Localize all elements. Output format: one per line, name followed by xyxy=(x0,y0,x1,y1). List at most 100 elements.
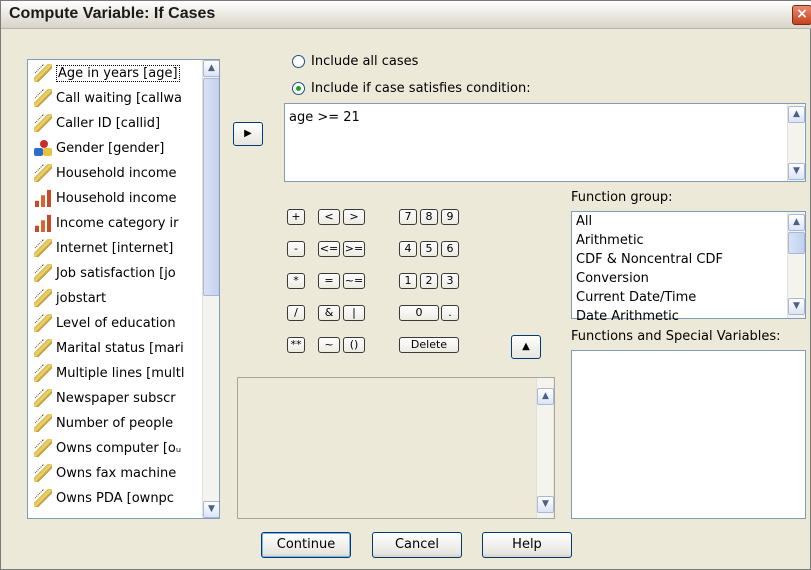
variable-list-item[interactable]: Caller ID [callid] xyxy=(34,112,200,134)
include-if-condition-radio[interactable]: Include if case satisfies condition: xyxy=(292,78,531,98)
scale-ruler-icon xyxy=(34,89,52,107)
function-group-item[interactable]: Arithmetic xyxy=(576,231,644,250)
scroll-up-icon[interactable]: ▲ xyxy=(203,60,219,77)
key-plus[interactable]: + xyxy=(287,209,305,225)
include-all-cases-radio[interactable]: Include all cases xyxy=(292,51,418,71)
function-description-box: ▲ ▼ xyxy=(237,377,555,519)
ordinal-bars-icon xyxy=(34,189,52,207)
help-button[interactable]: Help xyxy=(482,532,572,558)
condition-expression-text[interactable]: age >= 21 xyxy=(289,110,360,125)
function-group-item[interactable]: All xyxy=(576,212,592,231)
condition-box-scrollbar[interactable]: ▲ ▼ xyxy=(787,104,805,181)
scroll-down-icon[interactable]: ▼ xyxy=(788,163,805,180)
variable-list-item[interactable]: Gender [gender] xyxy=(34,137,200,159)
function-group-scrollbar[interactable]: ▲ ▼ xyxy=(787,212,805,318)
scrollbar-thumb[interactable] xyxy=(203,78,219,296)
variable-list-item[interactable]: Number of people xyxy=(34,412,200,434)
variable-label: Owns fax machine xyxy=(56,465,177,481)
variable-list-item[interactable]: Internet [internet] xyxy=(34,237,200,259)
scale-ruler-icon xyxy=(34,114,52,132)
key-less-equal[interactable]: <= xyxy=(318,241,340,257)
key-0[interactable]: 0 xyxy=(399,305,439,321)
key-minus[interactable]: - xyxy=(287,241,305,257)
variable-list-item[interactable]: Call waiting [callwa xyxy=(34,87,200,109)
variable-label: Owns PDA [ownpc xyxy=(56,490,174,506)
variable-list-item[interactable]: jobstart xyxy=(34,287,200,309)
scroll-up-icon[interactable]: ▲ xyxy=(537,388,554,405)
scale-ruler-icon xyxy=(34,164,52,182)
key-and[interactable]: & xyxy=(318,305,340,321)
variable-list-item[interactable]: Owns fax machine xyxy=(34,462,200,484)
variable-list-item[interactable]: Income category ir xyxy=(34,212,200,234)
variable-list-item[interactable]: Household income xyxy=(34,187,200,209)
function-group-item[interactable]: Date Arithmetic xyxy=(576,307,679,326)
key-power[interactable]: ** xyxy=(287,337,305,353)
function-group-item[interactable]: CDF & Noncentral CDF xyxy=(576,250,723,269)
scale-ruler-icon xyxy=(34,339,52,357)
variable-label: Multiple lines [multl xyxy=(56,365,185,381)
function-group-item[interactable]: Conversion xyxy=(576,269,649,288)
variable-list-item[interactable]: Owns computer [oᵤ xyxy=(34,437,200,459)
close-button[interactable]: × xyxy=(792,5,811,25)
scroll-up-icon[interactable]: ▲ xyxy=(788,106,805,123)
variable-label: Gender [gender] xyxy=(56,140,165,156)
variable-label: Caller ID [callid] xyxy=(56,115,161,131)
key-multiply[interactable]: * xyxy=(287,273,305,289)
key-9[interactable]: 9 xyxy=(441,209,459,225)
key-equals[interactable]: = xyxy=(318,273,340,289)
key-decimal[interactable]: . xyxy=(441,305,459,321)
key-not[interactable]: ~ xyxy=(318,337,340,353)
key-3[interactable]: 3 xyxy=(441,273,459,289)
description-scrollbar[interactable]: ▲ ▼ xyxy=(536,378,554,518)
variable-list-item[interactable]: Age in years [age] xyxy=(34,62,200,84)
key-or[interactable]: | xyxy=(343,305,365,321)
key-greater-than[interactable]: > xyxy=(343,209,365,225)
scrollbar-thumb[interactable] xyxy=(788,232,805,254)
include-all-cases-label: Include all cases xyxy=(311,53,419,69)
variable-list-item[interactable]: Job satisfaction [jo xyxy=(34,262,200,284)
key-1[interactable]: 1 xyxy=(399,273,417,289)
variable-label: Number of people xyxy=(56,415,174,431)
key-greater-equal[interactable]: >= xyxy=(343,241,365,257)
move-variable-right-button[interactable]: ▶ xyxy=(233,122,263,146)
key-delete[interactable]: Delete xyxy=(399,337,459,353)
key-6[interactable]: 6 xyxy=(441,241,459,257)
variable-list-item[interactable]: Newspaper subscr xyxy=(34,387,200,409)
key-2[interactable]: 2 xyxy=(420,273,438,289)
key-7[interactable]: 7 xyxy=(399,209,417,225)
scale-ruler-icon xyxy=(34,439,52,457)
key-less-than[interactable]: < xyxy=(318,209,340,225)
variable-label: Household income xyxy=(56,190,177,206)
key-8[interactable]: 8 xyxy=(420,209,438,225)
scale-ruler-icon xyxy=(34,289,52,307)
cancel-button[interactable]: Cancel xyxy=(372,532,462,558)
key-5[interactable]: 5 xyxy=(420,241,438,257)
move-function-up-button[interactable]: ▲ xyxy=(511,335,541,359)
variable-label: Call waiting [callwa xyxy=(56,90,182,106)
continue-button[interactable]: Continue xyxy=(261,532,351,558)
variable-list-item[interactable]: Household income xyxy=(34,162,200,184)
nominal-icon xyxy=(34,139,52,157)
key-4[interactable]: 4 xyxy=(399,241,417,257)
variable-list-item[interactable]: Level of education xyxy=(34,312,200,334)
scroll-down-icon[interactable]: ▼ xyxy=(203,501,219,518)
key-not-equal[interactable]: ~= xyxy=(343,273,365,289)
scroll-down-icon[interactable]: ▼ xyxy=(537,496,554,513)
ordinal-bars-icon xyxy=(34,214,52,232)
variable-list-item[interactable]: Marital status [mari xyxy=(34,337,200,359)
title-bar: Compute Variable: If Cases × xyxy=(1,1,811,29)
radio-selected-icon xyxy=(292,81,305,95)
function-group-item[interactable]: Current Date/Time xyxy=(576,288,696,307)
scale-ruler-icon xyxy=(34,414,52,432)
scroll-down-icon[interactable]: ▼ xyxy=(788,298,805,315)
functions-special-variables-list[interactable] xyxy=(571,350,806,519)
variable-list-item[interactable]: Owns PDA [ownpc xyxy=(34,487,200,509)
variable-list-item[interactable]: Multiple lines [multl xyxy=(34,362,200,384)
key-parentheses[interactable]: () xyxy=(343,337,365,353)
variable-list-scrollbar[interactable]: ▲ ▼ xyxy=(202,60,219,518)
key-divide[interactable]: / xyxy=(287,305,305,321)
scroll-up-icon[interactable]: ▲ xyxy=(788,214,805,231)
condition-expression-box[interactable]: age >= 21 ▲ ▼ xyxy=(284,103,806,182)
function-group-list[interactable]: All Arithmetic CDF & Noncentral CDF Conv… xyxy=(571,211,806,324)
variable-list[interactable]: Age in years [age] Call waiting [callwa Ca… xyxy=(27,59,220,519)
